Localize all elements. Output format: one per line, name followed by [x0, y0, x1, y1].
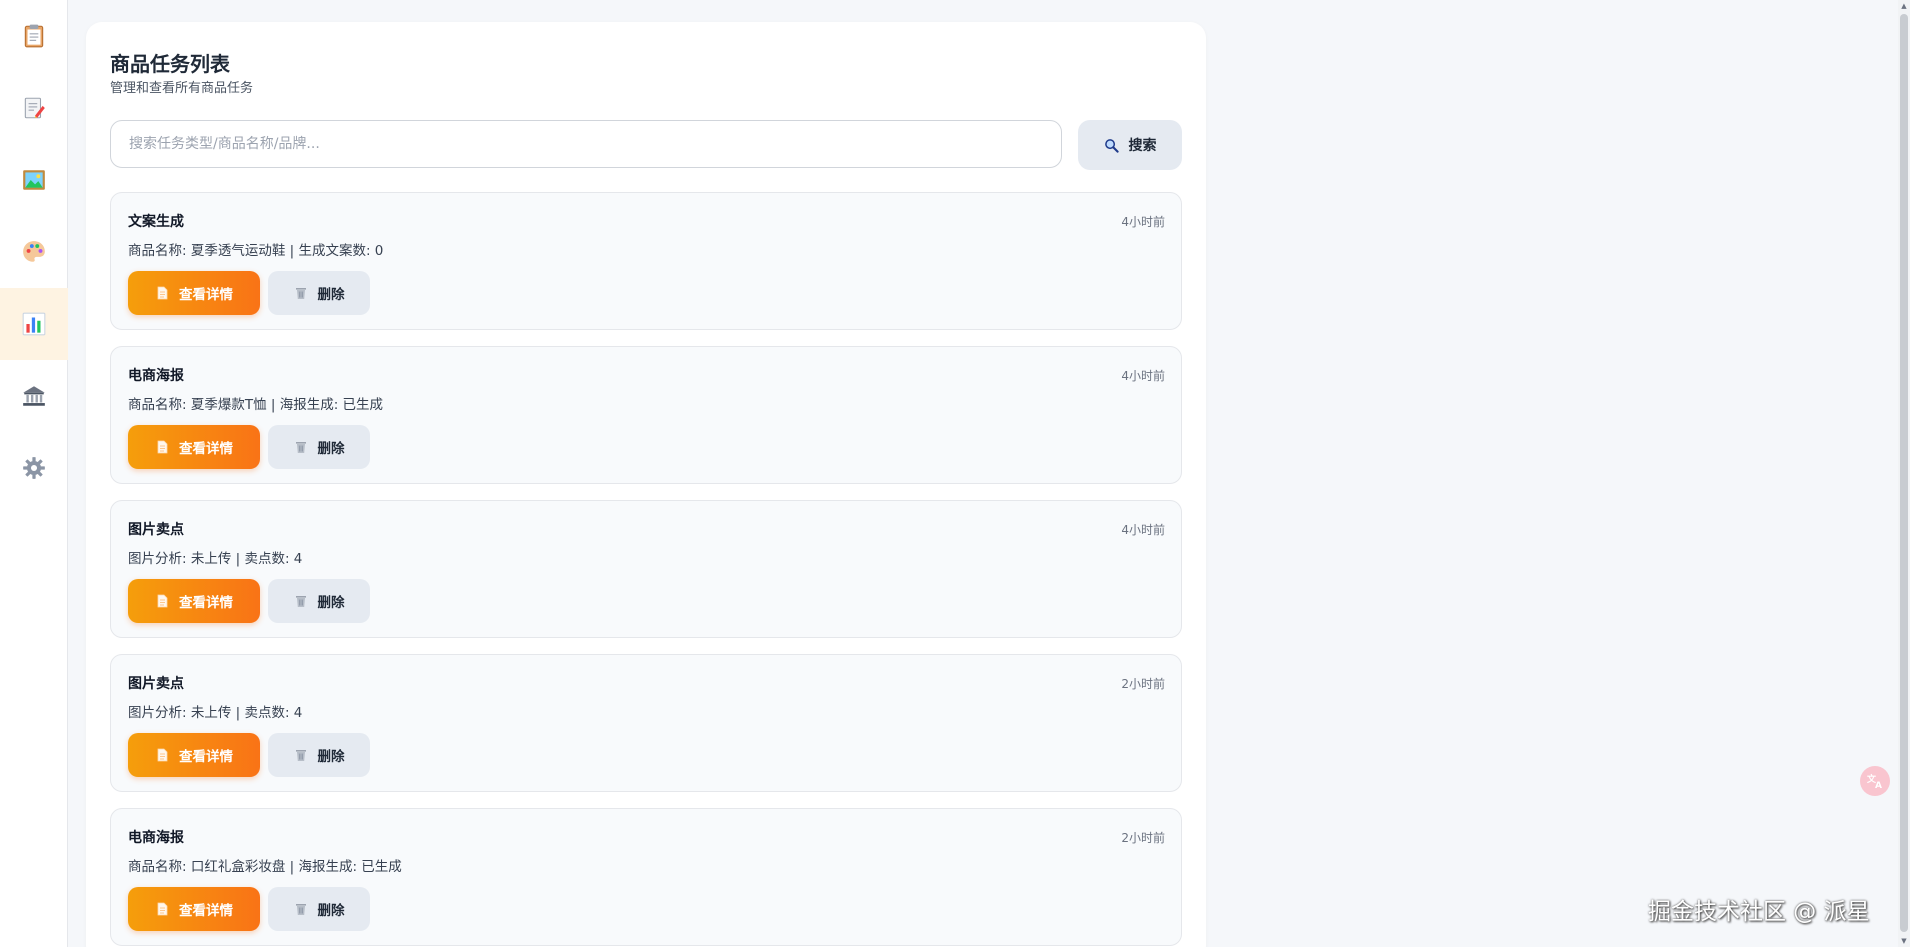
task-description: 图片分析: 未上传 | 卖点数: 4 [128, 551, 303, 567]
task-type: 电商海报 [128, 368, 184, 384]
task-time: 4小时前 [1121, 523, 1165, 537]
document-icon [157, 748, 168, 762]
scroll-down-arrow-icon[interactable]: ▼ [1900, 937, 1908, 945]
task-type: 图片卖点 [128, 522, 184, 538]
delete-button[interactable]: 删除 [268, 425, 370, 469]
sidebar [0, 0, 68, 947]
delete-button[interactable]: 删除 [268, 733, 370, 777]
bank-icon [23, 386, 45, 406]
clipboard-icon [24, 24, 44, 48]
view-details-label: 查看详情 [179, 287, 233, 303]
task-description: 商品名称: 夏季爆款T恤 | 海报生成: 已生成 [128, 397, 384, 413]
delete-label: 删除 [317, 595, 345, 611]
view-details-button[interactable]: 查看详情 [128, 887, 260, 931]
task-list-panel: 商品任务列表 管理和查看所有商品任务 搜索 文案生成 4小时前 商品名称: 夏季… [86, 22, 1206, 947]
search-input[interactable] [110, 120, 1062, 168]
gear-icon [23, 457, 45, 479]
task-type: 图片卖点 [128, 676, 184, 692]
trash-icon [295, 904, 306, 915]
document-icon [157, 902, 168, 916]
delete-button[interactable]: 删除 [268, 579, 370, 623]
task-card: 电商海报 2小时前 商品名称: 口红礼盒彩妆盘 | 海报生成: 已生成 查看详情… [110, 808, 1182, 946]
trash-icon [295, 288, 306, 299]
search-button[interactable]: 搜索 [1078, 120, 1182, 170]
scrollbar-thumb[interactable] [1900, 14, 1908, 932]
view-details-label: 查看详情 [179, 903, 233, 919]
picture-icon [23, 170, 45, 190]
edit-document-icon [24, 97, 45, 119]
sidebar-item-tasks[interactable] [0, 0, 68, 72]
translate-icon: 文 A [1866, 773, 1882, 791]
view-details-label: 查看详情 [179, 749, 233, 765]
task-type: 电商海报 [128, 830, 184, 846]
task-type: 文案生成 [128, 214, 184, 230]
task-description: 商品名称: 夏季透气运动鞋 | 生成文案数: 0 [128, 243, 384, 259]
task-card: 图片卖点 4小时前 图片分析: 未上传 | 卖点数: 4 查看详情 删除 [110, 500, 1182, 638]
task-card: 电商海报 4小时前 商品名称: 夏季爆款T恤 | 海报生成: 已生成 查看详情 … [110, 346, 1182, 484]
view-details-label: 查看详情 [179, 595, 233, 611]
page-scrollbar[interactable]: ▲ ▼ [1898, 0, 1910, 947]
document-icon [157, 440, 168, 454]
watermark: 掘金技术社区 @ 派星 [1648, 899, 1870, 925]
task-time: 2小时前 [1121, 677, 1165, 691]
sidebar-item-settings[interactable] [0, 432, 68, 504]
task-time: 4小时前 [1121, 369, 1165, 383]
view-details-button[interactable]: 查看详情 [128, 579, 260, 623]
search-icon [1104, 138, 1119, 153]
page-subtitle: 管理和查看所有商品任务 [110, 81, 254, 96]
task-description: 图片分析: 未上传 | 卖点数: 4 [128, 705, 303, 721]
sidebar-item-design[interactable] [0, 216, 68, 288]
search-button-label: 搜索 [1128, 138, 1157, 154]
trash-icon [295, 596, 306, 607]
palette-icon [23, 241, 45, 262]
view-details-button[interactable]: 查看详情 [128, 271, 260, 315]
document-icon [157, 594, 168, 608]
task-card: 文案生成 4小时前 商品名称: 夏季透气运动鞋 | 生成文案数: 0 查看详情 … [110, 192, 1182, 330]
task-time: 4小时前 [1121, 215, 1165, 229]
delete-button[interactable]: 删除 [268, 887, 370, 931]
trash-icon [295, 750, 306, 761]
delete-label: 删除 [317, 749, 345, 765]
trash-icon [295, 442, 306, 453]
sidebar-item-analytics[interactable] [0, 288, 68, 360]
page-title: 商品任务列表 [110, 52, 230, 76]
view-details-button[interactable]: 查看详情 [128, 425, 260, 469]
document-icon [157, 286, 168, 300]
delete-label: 删除 [317, 903, 345, 919]
svg-text:A: A [1875, 781, 1882, 791]
sidebar-item-brand[interactable] [0, 360, 68, 432]
task-description: 商品名称: 口红礼盒彩妆盘 | 海报生成: 已生成 [128, 859, 402, 875]
delete-label: 删除 [317, 441, 345, 457]
scroll-up-arrow-icon[interactable]: ▲ [1900, 2, 1908, 10]
delete-label: 删除 [317, 287, 345, 303]
view-details-label: 查看详情 [179, 441, 233, 457]
translate-button[interactable]: 文 A [1860, 766, 1890, 796]
bar-chart-icon [22, 312, 46, 336]
task-time: 2小时前 [1121, 831, 1165, 845]
sidebar-item-copywriting[interactable] [0, 72, 68, 144]
view-details-button[interactable]: 查看详情 [128, 733, 260, 777]
task-card: 图片卖点 2小时前 图片分析: 未上传 | 卖点数: 4 查看详情 删除 [110, 654, 1182, 792]
delete-button[interactable]: 删除 [268, 271, 370, 315]
sidebar-item-images[interactable] [0, 144, 68, 216]
